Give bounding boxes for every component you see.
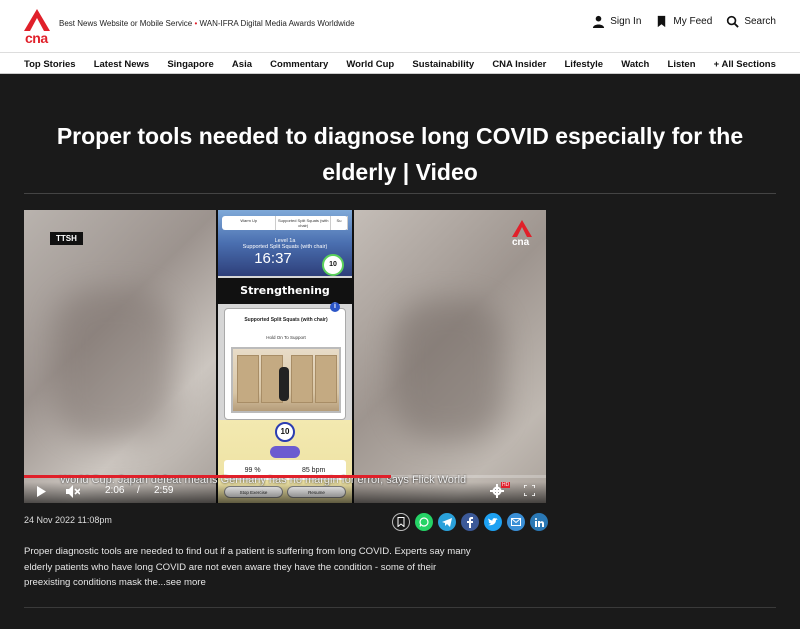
cna-logo[interactable]: cna — [24, 9, 50, 46]
cna-logo-text: cna — [25, 30, 48, 46]
fullscreen-button[interactable] — [524, 485, 535, 496]
video-progress-fill — [24, 475, 392, 478]
nav-item-asia[interactable]: Asia — [232, 59, 252, 70]
cna-logo-mark-icon — [512, 220, 532, 237]
share-bar — [392, 513, 548, 531]
search-link[interactable]: Search — [726, 15, 776, 28]
fullscreen-icon — [524, 485, 535, 496]
duration: 2:59 — [154, 485, 174, 496]
telegram-icon — [442, 517, 452, 527]
app-timer: 16:37 — [254, 250, 292, 267]
share-telegram-button[interactable] — [438, 513, 456, 531]
publish-date: 24 Nov 2022 11:08pm — [24, 515, 112, 525]
article-summary: Proper diagnostic tools are needed to fi… — [24, 546, 471, 588]
nav-item-lifestyle[interactable]: Lifestyle — [565, 59, 604, 70]
mute-button[interactable] — [66, 485, 80, 498]
nav-item-sustainability[interactable]: Sustainability — [412, 59, 474, 70]
share-linkedin-button[interactable] — [530, 513, 548, 531]
whatsapp-icon — [419, 517, 429, 527]
exercise-demo-image — [231, 347, 341, 413]
current-time: 2:06 — [105, 485, 125, 496]
video-caption-banner: Strengthening Exercise — [218, 278, 352, 323]
bookmark-icon — [397, 517, 405, 527]
video-blur-right — [354, 210, 546, 503]
ttsh-watermark: TTSH — [50, 232, 83, 245]
article-headline: Proper tools needed to diagnose long COV… — [56, 123, 744, 185]
nav-item-commentary[interactable]: Commentary — [270, 59, 328, 70]
nav-item-all-sections[interactable]: + All Sections — [714, 59, 776, 70]
section-nav: Top Stories Latest News Singapore Asia C… — [0, 52, 800, 74]
share-twitter-button[interactable] — [484, 513, 502, 531]
rep-count-badge: 10 — [275, 422, 295, 442]
time-separator: / — [137, 485, 140, 496]
email-icon — [511, 518, 521, 526]
video-controls: 2:06 / 2:59 HD — [24, 482, 546, 503]
my-feed-link[interactable]: My Feed — [655, 15, 712, 28]
play-button[interactable] — [36, 486, 46, 497]
muted-speaker-icon — [66, 485, 80, 498]
linkedin-icon — [534, 517, 544, 527]
nav-item-cna-insider[interactable]: CNA Insider — [492, 59, 546, 70]
nav-item-top-stories[interactable]: Top Stories — [24, 59, 76, 70]
twitter-icon — [488, 518, 498, 526]
save-bookmark-button[interactable] — [392, 513, 410, 531]
footer-divider — [24, 607, 776, 608]
share-facebook-button[interactable] — [461, 513, 479, 531]
sign-in-link[interactable]: Sign In — [592, 15, 641, 28]
search-icon — [727, 15, 740, 28]
nav-item-watch[interactable]: Watch — [621, 59, 649, 70]
headline-divider — [24, 193, 776, 194]
info-icon: i — [330, 302, 340, 312]
nav-item-listen[interactable]: Listen — [668, 59, 696, 70]
cna-logo-mark-icon — [24, 9, 50, 31]
bookmark-icon — [658, 15, 666, 28]
app-ring-counter: 10 — [322, 254, 344, 276]
user-icon — [593, 15, 605, 28]
facebook-icon — [467, 516, 473, 528]
cna-video-logo: cna — [512, 220, 532, 250]
tagline-separator: • — [194, 19, 198, 28]
video-progress-bar[interactable] — [24, 475, 546, 478]
share-email-button[interactable] — [507, 513, 525, 531]
nav-item-singapore[interactable]: Singapore — [167, 59, 213, 70]
header-links: Sign In My Feed Search — [592, 15, 776, 28]
nav-item-latest-news[interactable]: Latest News — [94, 59, 149, 70]
video-player[interactable]: Warm Up Supported Split Squats (with cha… — [24, 210, 546, 503]
share-whatsapp-button[interactable] — [415, 513, 433, 531]
top-header: cna Best News Website or Mobile Service … — [0, 0, 800, 52]
hd-badge: HD — [501, 482, 511, 488]
app-exercise-tabs: Warm Up Supported Split Squats (with cha… — [222, 216, 349, 230]
app-level-label: Level 1a Supported Split Squats (with ch… — [242, 238, 328, 250]
app-exercise-card: Supported Split Squats (with chair) Hold… — [224, 308, 346, 420]
video-blur-left — [24, 210, 216, 503]
play-icon — [37, 486, 46, 497]
award-tagline: Best News Website or Mobile Service • WA… — [59, 19, 355, 28]
phone-app-screen: Warm Up Supported Split Squats (with cha… — [216, 210, 354, 503]
nav-item-world-cup[interactable]: World Cup — [346, 59, 394, 70]
